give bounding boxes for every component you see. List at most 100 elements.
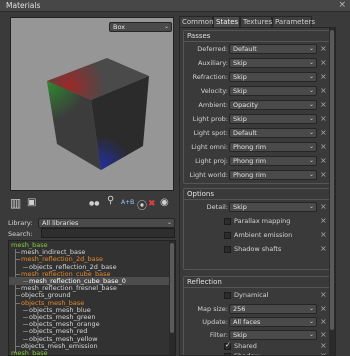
option-0-checkbox[interactable] <box>224 218 231 225</box>
right-pane: Common States Textures Parameters Passes… <box>177 14 350 356</box>
reset-icon[interactable]: × <box>320 114 327 123</box>
panel-scrollbar[interactable] <box>329 28 335 355</box>
library-icon[interactable]: ▥ <box>10 196 21 210</box>
tab-textures[interactable]: Textures <box>240 16 272 27</box>
shader-icon[interactable]: ⚲ <box>107 195 114 206</box>
reflection-check-0-checkbox[interactable] <box>224 341 231 350</box>
pass-3-select-value: Skip <box>233 87 247 95</box>
search-label: Search: <box>8 230 33 238</box>
tree-connector <box>23 281 28 282</box>
reset-icon[interactable]: × <box>320 100 327 109</box>
reset-icon[interactable]: × <box>320 72 327 81</box>
pass-8-select[interactable]: Phong rim ⌄ <box>229 156 317 166</box>
pass-7-select[interactable]: Phong rim ⌄ <box>229 142 317 152</box>
pass-6-select[interactable]: Default ⌄ <box>229 128 317 138</box>
reflection-0-select[interactable]: 256 ⌄ <box>229 304 317 314</box>
remove-icon[interactable]: ✖ <box>148 199 156 209</box>
pass-9-row: Light world: Phong rim ⌄ × <box>184 170 333 180</box>
detail-select[interactable]: Skip ⌄ <box>229 202 317 212</box>
close-icon[interactable]: × <box>338 0 346 10</box>
variables-icon[interactable]: A+B <box>121 199 134 206</box>
chevron-down-icon: ⌄ <box>308 129 314 136</box>
tree-connector <box>23 309 28 311</box>
reset-icon[interactable]: × <box>320 351 327 355</box>
reset-icon[interactable]: × <box>320 304 327 313</box>
pass-4-row: Ambient: Opacity ⌄ × <box>184 100 333 110</box>
detail-row: Detail: Skip ⌄ × <box>184 202 333 212</box>
passes-title: Passes <box>187 32 211 40</box>
reset-icon[interactable]: × <box>320 142 327 151</box>
reflection-2-select[interactable]: Skip ⌄ <box>229 330 317 340</box>
panel-scrollbar-thumb[interactable] <box>330 30 334 330</box>
reset-icon[interactable]: × <box>320 44 327 53</box>
reflection-2-label: Filter: <box>209 331 228 339</box>
window-title: Materials <box>6 1 41 10</box>
reflection-1-select[interactable]: All faces ⌄ <box>229 317 317 327</box>
pass-6-row: Light spot: Default ⌄ × <box>184 128 333 138</box>
reset-icon[interactable]: × <box>320 58 327 67</box>
pass-9-label: Light world: <box>189 171 228 179</box>
option-1-checkbox[interactable] <box>224 232 231 239</box>
pass-1-select[interactable]: Skip ⌄ <box>229 58 317 68</box>
reflection-0-select-value: 256 <box>233 305 246 313</box>
chevron-down-icon: ⌄ <box>308 171 314 178</box>
pass-6-label: Light spot: <box>193 129 228 137</box>
tree-item[interactable]: mesh_base <box>9 349 169 355</box>
tree-connector <box>15 273 20 275</box>
option-2-checkbox[interactable] <box>224 246 231 253</box>
save-icon[interactable]: ▣ <box>27 197 36 208</box>
pass-0-select[interactable]: Default ⌄ <box>229 44 317 54</box>
reset-icon[interactable]: × <box>320 341 327 350</box>
option-1-label: Ambient emission <box>234 231 293 239</box>
pass-5-select[interactable]: Skip ⌄ <box>229 114 317 124</box>
tree-scrollbar-thumb[interactable] <box>170 243 174 333</box>
pass-7-select-value: Phong rim <box>233 143 267 151</box>
reset-icon[interactable]: × <box>320 202 327 211</box>
dynamical-checkbox[interactable] <box>224 292 231 299</box>
tree-connector <box>15 302 20 304</box>
reset-icon[interactable]: × <box>320 170 327 179</box>
tree-connector <box>15 259 20 261</box>
chevron-down-icon: ⌄ <box>166 219 172 226</box>
tab-parameters[interactable]: Parameters <box>272 16 315 27</box>
clone-icon[interactable]: ⦿ <box>137 197 147 212</box>
reflection-1-label: Update: <box>202 318 228 326</box>
reset-icon[interactable]: × <box>320 128 327 137</box>
tree-connector <box>15 252 20 254</box>
tab-states[interactable]: States <box>213 16 240 27</box>
pass-9-select[interactable]: Phong rim ⌄ <box>229 170 317 180</box>
reflection-2-select-value: Skip <box>233 331 247 339</box>
reset-icon[interactable]: × <box>320 230 327 239</box>
spheres-icon[interactable]: ●● <box>89 200 99 207</box>
reset-icon[interactable]: × <box>320 290 327 299</box>
search-input[interactable] <box>41 228 175 238</box>
reflection-2-row: Filter: Skip ⌄ × <box>184 330 333 340</box>
pass-3-row: Velocity: Skip ⌄ × <box>184 86 333 96</box>
reflection-0-label: Map size: <box>197 305 228 313</box>
pass-4-select[interactable]: Opacity ⌄ <box>229 100 317 110</box>
shape-select[interactable]: Box ⌄ <box>109 22 172 32</box>
reset-icon[interactable]: × <box>320 317 327 326</box>
reset-icon[interactable]: × <box>320 156 327 165</box>
pass-0-select-value: Default <box>233 45 257 53</box>
library-select-value: All libraries <box>42 219 79 227</box>
view-icon[interactable]: ◉ <box>160 197 169 208</box>
pass-4-label: Ambient: <box>198 101 228 109</box>
reset-icon[interactable]: × <box>320 86 327 95</box>
tab-common[interactable]: Common <box>179 16 214 27</box>
option-0-label: Parallax mapping <box>234 217 291 225</box>
tree-scrollbar[interactable] <box>169 241 175 355</box>
chevron-down-icon: ⌄ <box>308 115 314 122</box>
chevron-down-icon: ⌄ <box>308 203 314 210</box>
library-select[interactable]: All libraries ⌄ <box>38 218 175 228</box>
material-preview[interactable]: Box ⌄ <box>10 17 174 191</box>
pass-7-label: Light omni: <box>191 143 228 151</box>
pass-8-select-value: Phong rim <box>233 157 267 165</box>
pass-6-select-value: Default <box>233 129 257 137</box>
title-bar: Materials × <box>0 0 350 12</box>
reset-icon[interactable]: × <box>320 244 327 253</box>
pass-3-select[interactable]: Skip ⌄ <box>229 86 317 96</box>
pass-2-select[interactable]: Skip ⌄ <box>229 72 317 82</box>
reset-icon[interactable]: × <box>320 216 327 225</box>
reset-icon[interactable]: × <box>320 330 327 339</box>
